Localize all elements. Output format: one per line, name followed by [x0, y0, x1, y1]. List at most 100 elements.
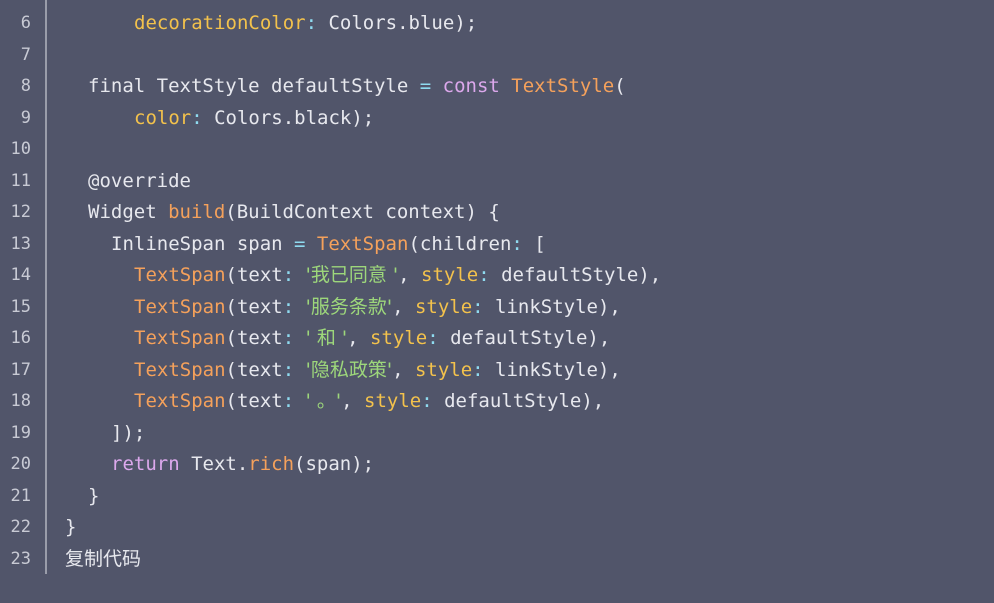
code-token: return [111, 453, 192, 475]
code-line: 21} [0, 481, 994, 512]
code-token: : [305, 12, 329, 34]
line-number: 13 [10, 233, 31, 254]
code-token: (text [225, 390, 283, 412]
line-number: 19 [10, 422, 31, 443]
code-token: (text [225, 358, 283, 381]
code-token: final [88, 75, 157, 97]
code-token: = [294, 232, 317, 255]
code-line: 23 复制代码 [0, 544, 994, 575]
line-number: 16 [10, 328, 31, 348]
code-token: '我已同意 ' [305, 264, 399, 286]
code-token: , [341, 390, 364, 412]
code-token: color [134, 106, 192, 129]
code-text: Widget build(BuildContext context) { [65, 197, 500, 228]
code-token: (BuildContext context) { [225, 201, 500, 223]
line-number: 11 [10, 170, 31, 191]
code-token: linkStyle), [495, 358, 621, 381]
code-token: rich [248, 453, 295, 475]
code-token: ]); [111, 421, 146, 444]
code-token: (span); [294, 453, 375, 475]
code-line: 6 decorationColor: Colors.blue); [0, 8, 994, 39]
code-token: : [282, 327, 306, 349]
code-token: TextSpan [134, 264, 226, 286]
code-token: , [392, 295, 415, 318]
code-token: Widget [88, 201, 169, 223]
code-token: TextSpan [134, 295, 226, 318]
code-token: InlineSpan span [111, 232, 295, 255]
code-token: TextSpan [134, 358, 226, 381]
code-line: 11 @override [0, 166, 994, 197]
code-line: 20 return Text.rich(span); [0, 449, 994, 480]
code-token: const [442, 75, 512, 97]
code-token: style [370, 327, 428, 349]
code-token: TextSpan [316, 232, 409, 255]
code-token: ' 。' [305, 390, 342, 412]
code-token: Text. [191, 453, 249, 475]
line-number: 12 [10, 202, 31, 222]
code-token: Colors.black); [214, 106, 375, 129]
code-line: 12 Widget build(BuildContext context) { [0, 197, 994, 228]
code-token: TextStyle [511, 75, 615, 97]
code-token: } [65, 516, 77, 538]
code-token: : [427, 327, 451, 349]
line-number: 9 [20, 107, 31, 128]
code-line: 13 InlineSpan span = TextSpan(children: [ [0, 229, 994, 260]
code-token: style [414, 358, 473, 381]
code-token: : [472, 295, 496, 318]
code-text: } [65, 512, 76, 543]
code-token: TextSpan [134, 327, 226, 349]
code-token: linkStyle), [495, 295, 621, 318]
code-token: TextStyle defaultStyle [156, 75, 420, 97]
code-text: } [65, 481, 99, 512]
code-text: return Text.rich(span); [65, 449, 374, 480]
code-text: decorationColor: Colors.blue); [65, 8, 477, 39]
code-token: : [421, 390, 445, 412]
code-token: (text [225, 327, 283, 349]
code-token: : [472, 358, 496, 381]
code-text: InlineSpan span = TextSpan(children: [ [65, 229, 546, 260]
line-number: 20 [10, 454, 31, 474]
line-number: 23 [10, 548, 31, 569]
code-line: 15 TextSpan(text: '服务条款', style: linkStyl… [0, 292, 994, 323]
code-text: @override [65, 166, 191, 197]
line-number: 17 [10, 359, 31, 380]
line-number: 22 [10, 517, 31, 537]
code-token: : [191, 106, 215, 129]
code-text: TextSpan(text: ' 。', style: defaultStyle… [65, 386, 604, 417]
code-text: TextSpan(text: '我已同意 ', style: defaultSt… [65, 260, 661, 291]
code-token: ' 和 ' [305, 327, 348, 349]
code-token: : [511, 232, 535, 255]
code-text: TextSpan(text: ' 和 ', style: defaultStyl… [65, 323, 610, 354]
code-token: ( [614, 75, 626, 97]
code-text: TextSpan(text: '服务条款', style: linkStyle)… [65, 292, 621, 323]
code-token: TextSpan [134, 390, 226, 412]
code-token: (children [408, 232, 512, 255]
code-token: : [282, 264, 306, 286]
code-token: , [398, 264, 421, 286]
code-token: Colors.blue); [328, 12, 478, 34]
line-number: 8 [20, 76, 31, 96]
code-token: defaultStyle), [450, 327, 611, 349]
code-token: : [282, 295, 306, 318]
code-line: 16 TextSpan(text: ' 和 ', style: defaultSt… [0, 323, 994, 354]
code-line: 14 TextSpan(text: '我已同意 ', style: default… [0, 260, 994, 291]
code-token: style [414, 295, 473, 318]
code-token: : [282, 358, 306, 381]
code-token: (text [225, 295, 283, 318]
line-number: 15 [10, 296, 31, 317]
code-line: 8 final TextStyle defaultStyle = const Te… [0, 71, 994, 102]
code-token: [ [534, 232, 546, 255]
code-token: build [168, 201, 226, 223]
code-token: , [347, 327, 371, 349]
code-text: final TextStyle defaultStyle = const Tex… [65, 71, 626, 102]
code-token: decorationColor [134, 12, 306, 34]
code-line: 10 [0, 134, 994, 165]
code-token: '隐私政策' [305, 358, 393, 381]
code-line: 9 color: Colors.black); [0, 103, 994, 134]
line-number: 21 [10, 485, 31, 506]
code-line: 7 [0, 40, 994, 71]
code-token: (text [225, 264, 283, 286]
code-token: : [282, 390, 306, 412]
code-token: style [421, 264, 479, 286]
code-token: : [478, 264, 502, 286]
